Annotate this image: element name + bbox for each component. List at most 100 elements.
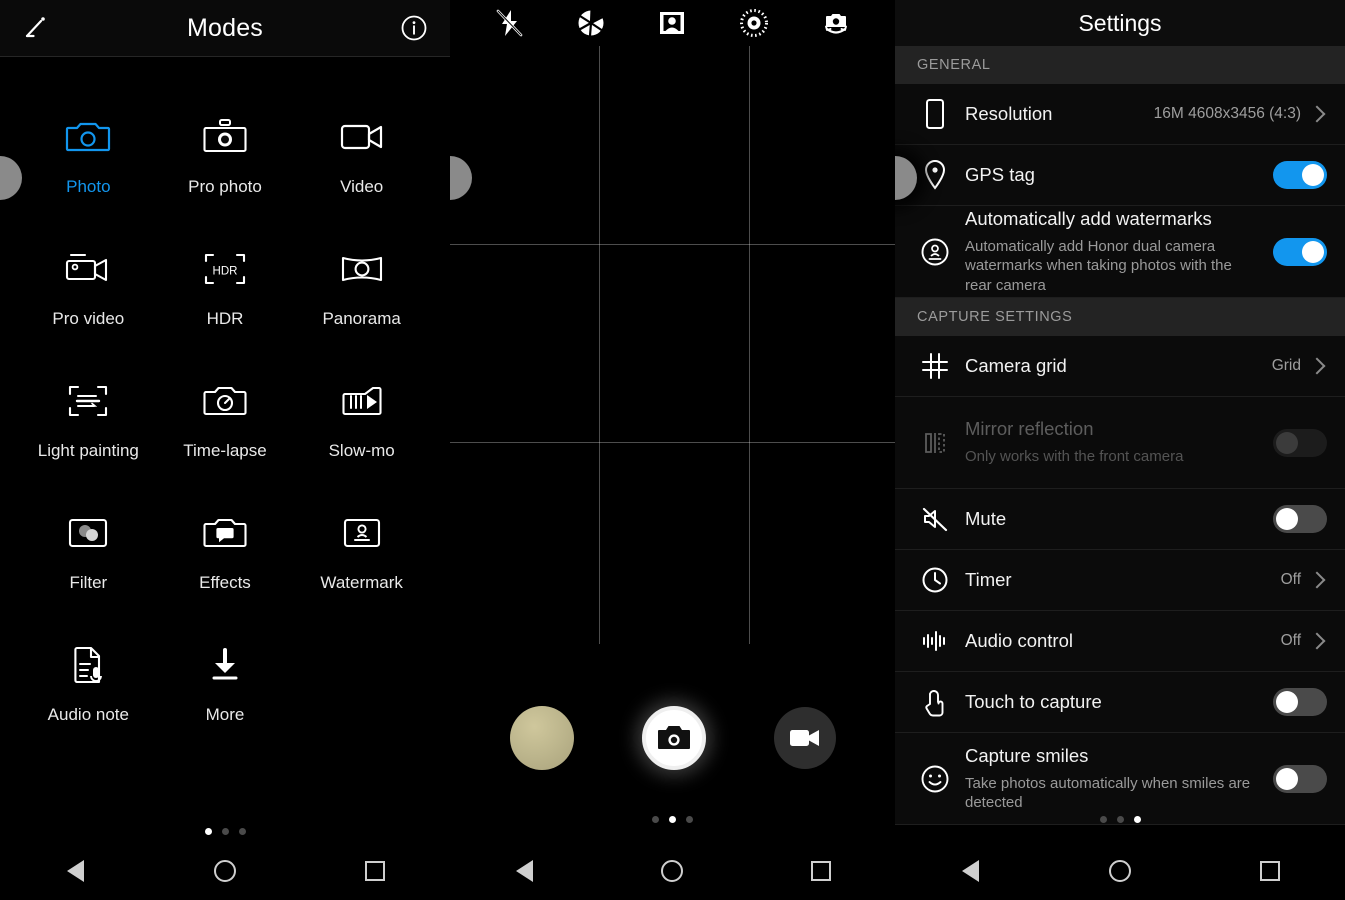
page-dot[interactable] [652,816,659,823]
clock-timer-icon [911,566,959,594]
page-dot[interactable] [238,828,246,835]
recents-square-icon[interactable] [1254,855,1286,887]
mute-toggle[interactable] [1273,505,1327,533]
row-value: Grid [1271,357,1301,374]
page-dot[interactable] [686,816,693,823]
row-title: Resolution [965,103,1053,124]
modes-header: Modes [0,0,450,57]
mode-item-hdr[interactable]: HDR HDR [157,247,294,329]
back-triangle-icon[interactable] [508,855,540,887]
modes-page-indicator[interactable] [0,828,450,835]
touch-hand-icon [911,687,959,717]
recents-square-icon[interactable] [359,855,391,887]
portrait-beauty-icon[interactable] [655,6,689,40]
row-body: Resolution [959,103,1154,125]
grid-line-vertical [749,46,750,644]
settings-panel: Settings GENERAL Resolution 16M 4608x345… [895,0,1345,900]
flash-off-icon[interactable] [492,6,526,40]
back-triangle-icon[interactable] [59,855,91,887]
recents-square-icon[interactable] [805,855,837,887]
mode-item-video[interactable]: Video [293,115,430,197]
watermark-stamp-icon [340,511,384,555]
setting-row-gps-tag[interactable]: GPS tag [895,145,1345,206]
back-triangle-icon[interactable] [954,855,986,887]
capture-smiles-toggle[interactable] [1273,764,1327,793]
row-title: Audio control [965,630,1073,651]
row-subtitle: Only works with the front camera [965,448,1184,466]
page-dot[interactable] [669,816,676,823]
page-dot[interactable] [221,828,229,835]
android-navbar-middle [450,842,895,900]
download-more-icon [205,643,245,687]
gps-tag-toggle[interactable] [1273,161,1327,189]
setting-row-timer[interactable]: Timer Off [895,550,1345,611]
row-body: Automatically add watermarks Automatical… [959,208,1273,294]
video-camera-icon [339,115,385,159]
home-circle-icon[interactable] [209,855,241,887]
mode-label: Pro photo [188,177,262,196]
svg-text:HDR: HDR [213,266,238,278]
mode-item-pro-video[interactable]: Pro video [20,247,157,329]
gallery-thumbnail[interactable] [509,706,574,770]
page-dot[interactable] [1116,816,1124,823]
setting-row-audio-control[interactable]: Audio control Off [895,611,1345,672]
setting-row-capture-smiles[interactable]: Capture smiles Take photos automatically… [895,733,1345,825]
mode-item-photo[interactable]: Photo [20,115,157,197]
touch-to-capture-toggle[interactable] [1273,688,1327,716]
row-value: 16M 4608x3456 (4:3) [1153,105,1301,122]
auto-watermarks-toggle[interactable] [1273,237,1327,266]
home-circle-icon[interactable] [656,855,688,887]
home-circle-icon[interactable] [1104,855,1136,887]
mode-label: Audio note [47,705,129,724]
moving-picture-icon[interactable] [737,6,771,40]
viewfinder-page-indicator[interactable] [450,816,895,823]
row-title: Mirror reflection [965,418,1094,440]
camera-grid-overlay [450,46,895,644]
audio-waveform-icon [911,627,959,655]
mode-item-time-lapse[interactable]: Time-lapse [157,379,294,461]
mirror-reflection-icon [911,429,959,457]
viewfinder-panel [450,0,895,900]
mode-item-slow-mo[interactable]: Slow-mo [293,379,430,461]
mode-item-pro-photo[interactable]: Pro photo [157,115,294,197]
modes-info-button[interactable] [400,14,428,42]
setting-row-touch-to-capture[interactable]: Touch to capture [895,672,1345,733]
mode-item-audio-note[interactable]: Audio note [20,643,157,725]
mode-item-more[interactable]: More [157,643,294,725]
toggle-knob [1302,164,1324,186]
shutter-button[interactable] [641,706,706,770]
chevron-right-icon [1308,571,1326,589]
mode-item-panorama[interactable]: Panorama [293,247,430,329]
mode-item-light-painting[interactable]: Light painting [20,379,157,461]
grid-line-horizontal [450,244,895,245]
setting-row-mute[interactable]: Mute [895,489,1345,550]
mode-item-filter[interactable]: Filter [20,511,157,593]
setting-row-camera-grid[interactable]: Camera grid Grid [895,336,1345,397]
mode-item-watermark[interactable]: Watermark [293,511,430,593]
page-dot[interactable] [204,828,212,835]
row-title: Touch to capture [965,691,1102,712]
resolution-phone-icon [911,98,959,130]
edit-modes-button[interactable] [22,13,52,43]
page-dot[interactable] [1099,816,1107,823]
video-record-button[interactable] [773,707,836,769]
settings-page-indicator[interactable] [895,816,1345,823]
setting-row-resolution[interactable]: Resolution 16M 4608x3456 (4:3) [895,84,1345,145]
page-dot[interactable] [1133,816,1141,823]
time-lapse-icon [202,379,248,423]
switch-camera-icon[interactable] [819,6,853,40]
row-title: Camera grid [965,355,1067,376]
row-body: Camera grid [959,355,1272,377]
location-pin-icon [911,159,959,191]
row-body: Audio control [959,630,1281,652]
grid-hash-icon [911,352,959,380]
mode-item-effects[interactable]: Effects [157,511,294,593]
aperture-icon[interactable] [574,6,608,40]
row-title: Capture smiles [965,744,1089,766]
android-navbar-right [895,842,1345,900]
mode-label: Light painting [37,441,139,460]
setting-row-auto-watermarks[interactable]: Automatically add watermarks Automatical… [895,206,1345,298]
row-body: Mute [959,508,1273,530]
row-body: Mirror reflection Only works with the fr… [959,418,1273,466]
mode-label: HDR [206,309,244,328]
